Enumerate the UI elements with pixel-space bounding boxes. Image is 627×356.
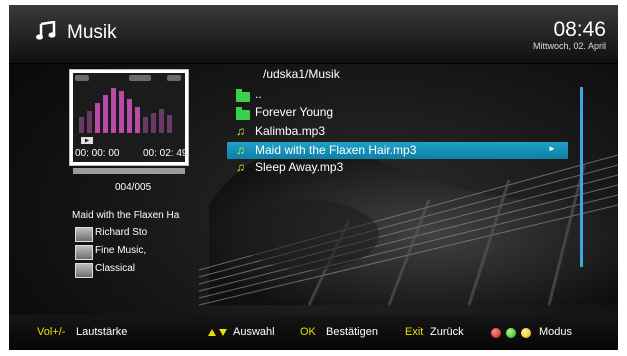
list-item-label: .. xyxy=(255,87,262,101)
volume-key: Vol+/- xyxy=(37,326,66,338)
track-counter: 004/005 xyxy=(115,182,152,193)
folder-icon xyxy=(236,89,250,102)
genre-name: Classical xyxy=(95,263,136,274)
page-title: Musik xyxy=(67,22,117,43)
total-time: 00: 02: 49 xyxy=(143,148,188,159)
volume-hint: Lautstärke xyxy=(76,326,128,338)
spectrum-visualizer: 00: 00: 00 00: 02: 49 xyxy=(69,69,189,166)
music-file-icon: ♫ xyxy=(236,143,245,157)
current-path: /udska1/Musik xyxy=(263,67,340,81)
genre-icon xyxy=(75,263,93,278)
artist-icon xyxy=(75,227,93,242)
up-down-arrows-icon xyxy=(208,329,227,336)
playback-progress-bar xyxy=(73,168,185,174)
clock-time: 08:46 xyxy=(553,18,606,41)
album-name: Fine Music, xyxy=(95,245,147,256)
clock-date: Mittwoch, 02. April xyxy=(532,41,606,51)
header-bar: Musik 08:46 Mittwoch, 02. April xyxy=(9,5,618,64)
media-player-screen: Musik 08:46 Mittwoch, 02. April 00: 00: … xyxy=(9,5,618,350)
green-button-icon xyxy=(506,328,516,338)
list-item-label: Sleep Away.mp3 xyxy=(255,160,344,174)
mode-hint: Modus xyxy=(539,326,573,338)
list-item-label: Forever Young xyxy=(255,105,334,119)
navigate-hint: Auswahl xyxy=(233,326,275,338)
music-file-icon: ♫ xyxy=(236,160,245,174)
music-file-icon: ♫ xyxy=(236,124,245,138)
artist-name: Richard Sto xyxy=(95,227,148,238)
repeat-icon xyxy=(75,75,89,81)
list-item-label: Maid with the Flaxen Hair.mp3 xyxy=(255,143,417,157)
music-note-icon xyxy=(36,21,56,40)
yellow-button-icon xyxy=(521,328,531,338)
list-item-maid-with-the-flaxen-hair-selected[interactable]: ♫ Maid with the Flaxen Hair.mp3 ► xyxy=(227,142,568,159)
footer-bar: Vol+/- Lautstärke Auswahl OK Bestätigen … xyxy=(9,315,618,350)
list-item-label: Kalimba.mp3 xyxy=(255,124,326,138)
back-hint: Zurück xyxy=(430,326,464,338)
list-scrollbar[interactable] xyxy=(580,87,583,267)
exit-key: Exit xyxy=(405,326,424,338)
song-title: Maid with the Flaxen Ha xyxy=(72,210,180,221)
confirm-hint: Bestätigen xyxy=(326,326,378,338)
shuffle-icon xyxy=(167,75,181,81)
ok-key: OK xyxy=(300,326,316,338)
red-button-icon xyxy=(491,328,501,338)
elapsed-time: 00: 00: 00 xyxy=(75,148,120,159)
album-icon xyxy=(75,245,93,260)
repeat-all-icon xyxy=(129,75,151,81)
playing-indicator-icon: ► xyxy=(548,144,556,153)
folder-icon xyxy=(236,107,250,120)
